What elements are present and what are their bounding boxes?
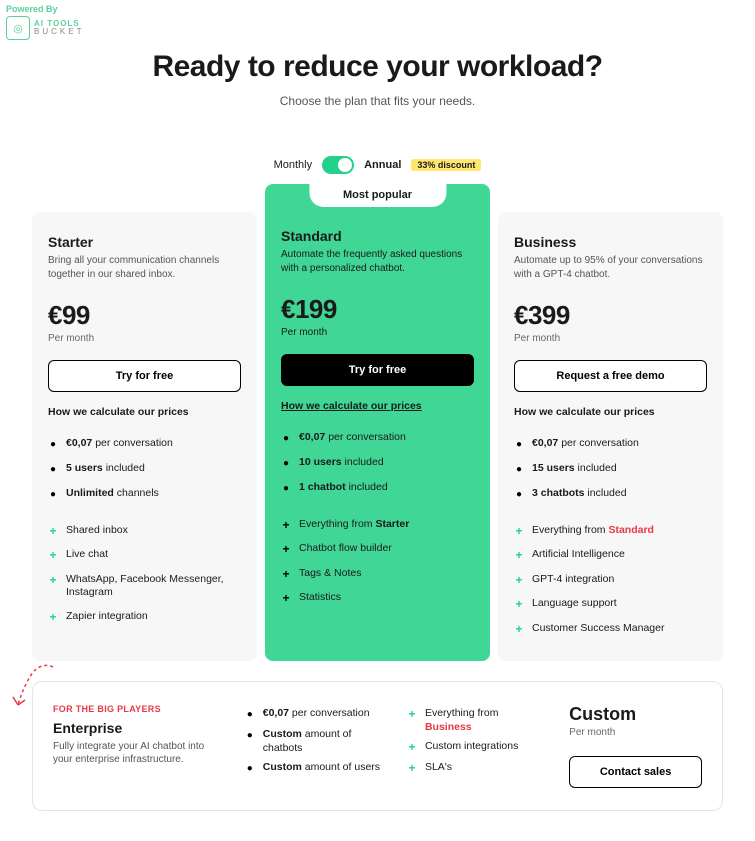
stat-item: ●€0,07 per conversation (245, 704, 385, 725)
stat-item: ●Unlimited channels (48, 482, 241, 507)
plan-price: €399 (514, 300, 707, 331)
stat-item: ●15 users included (514, 457, 707, 482)
feature-item: +Language support (514, 592, 707, 616)
stat-item: ●10 users included (281, 451, 474, 476)
popular-badge: Most popular (309, 183, 446, 207)
stat-item: ●Custom amount of chatbots (245, 725, 385, 758)
plan-standard: Most popular Standard Automate the frequ… (265, 184, 490, 661)
robot-icon: ◎ (6, 16, 30, 40)
plan-period: Per month (281, 327, 474, 338)
plan-period: Per month (569, 727, 702, 738)
plan-price: €99 (48, 300, 241, 331)
plan-business: Business Automate up to 95% of your conv… (498, 212, 723, 661)
feature-item: +Custom integrations (407, 737, 547, 757)
billing-toggle-row: Monthly Annual 33% discount (32, 156, 723, 174)
stat-item: ●€0,07 per conversation (281, 426, 474, 451)
stat-item: ●1 chatbot included (281, 476, 474, 501)
plan-name: Enterprise (53, 720, 223, 736)
stat-item: ●€0,07 per conversation (48, 432, 241, 457)
arrow-decoration-icon (3, 657, 63, 717)
plan-period: Per month (48, 333, 241, 344)
discount-badge: 33% discount (411, 159, 481, 171)
feature-item: +Zapier integration (48, 605, 241, 629)
stat-item: ●5 users included (48, 457, 241, 482)
stat-item: ●€0,07 per conversation (514, 432, 707, 457)
plan-desc: Automate up to 95% of your conversations… (514, 254, 707, 282)
plan-price: €199 (281, 294, 474, 325)
feature-item: +Live chat (48, 543, 241, 567)
calc-link[interactable]: How we calculate our prices (514, 406, 707, 418)
request-demo-button[interactable]: Request a free demo (514, 360, 707, 392)
monthly-label: Monthly (274, 159, 313, 171)
billing-toggle[interactable] (322, 156, 354, 174)
feature-item: +Everything from Business (407, 704, 547, 737)
powered-by-label: Powered By (6, 4, 58, 14)
feature-item: +Chatbot flow builder (281, 537, 474, 561)
plan-name: Starter (48, 234, 241, 250)
contact-sales-button[interactable]: Contact sales (569, 756, 702, 788)
page-title: Ready to reduce your workload? (32, 50, 723, 84)
annual-label: Annual (364, 159, 401, 171)
feature-item: +WhatsApp, Facebook Messenger, Instagram (48, 568, 241, 605)
feature-item: +Everything from Standard (514, 519, 707, 543)
plan-name: Business (514, 234, 707, 250)
plan-desc: Fully integrate your AI chatbot into you… (53, 740, 223, 767)
calc-link[interactable]: How we calculate our prices (281, 400, 474, 412)
plan-starter: Starter Bring all your communication cha… (32, 212, 257, 661)
feature-item: +Customer Success Manager (514, 617, 707, 641)
plan-desc: Bring all your communication channels to… (48, 254, 241, 282)
plan-name: Standard (281, 228, 474, 244)
page-subtitle: Choose the plan that fits your needs. (32, 94, 723, 108)
feature-item: +Tags & Notes (281, 562, 474, 586)
feature-item: +Everything from Starter (281, 513, 474, 537)
brand-logo[interactable]: ◎ AI TOOLS BUCKET (6, 16, 84, 40)
enterprise-price: Custom (569, 704, 702, 725)
logo-text: AI TOOLS BUCKET (34, 20, 84, 35)
calc-link[interactable]: How we calculate our prices (48, 406, 241, 418)
feature-item: +Artificial Intelligence (514, 543, 707, 567)
feature-item: +Statistics (281, 586, 474, 610)
stat-item: ●3 chatbots included (514, 482, 707, 507)
feature-item: +GPT-4 integration (514, 568, 707, 592)
plan-period: Per month (514, 333, 707, 344)
try-free-button[interactable]: Try for free (48, 360, 241, 392)
plan-desc: Automate the frequently asked questions … (281, 248, 474, 276)
plan-enterprise: FOR THE BIG PLAYERS Enterprise Fully int… (32, 681, 723, 811)
feature-item: +SLA's (407, 758, 547, 778)
enterprise-label: FOR THE BIG PLAYERS (53, 704, 223, 714)
try-free-button[interactable]: Try for free (281, 354, 474, 386)
feature-item: +Shared inbox (48, 519, 241, 543)
stat-item: ●Custom amount of users (245, 758, 385, 779)
